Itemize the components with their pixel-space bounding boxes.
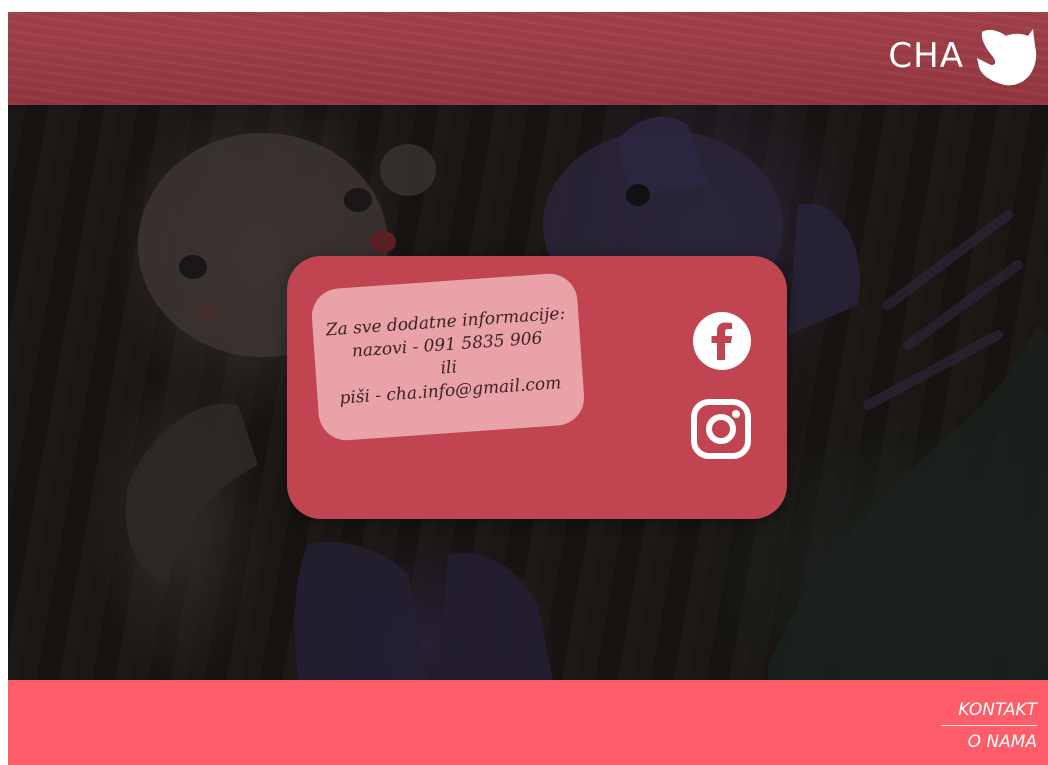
contact-info-box: Za sve dodatne informacije: nazovi - 091… <box>310 271 586 443</box>
facebook-icon <box>693 312 751 370</box>
footer-nav: KONTAKT O NAMA <box>941 699 1037 753</box>
page-frame: CHA Za sve dodatne informacije: nazovi -… <box>8 12 1048 765</box>
hero-background: Za sve dodatne informacije: nazovi - 091… <box>8 105 1048 680</box>
site-header: CHA <box>8 12 1048 105</box>
brand-home-link[interactable]: CHA <box>888 24 1038 88</box>
footer-link-kontakt[interactable]: KONTAKT <box>958 699 1037 721</box>
cat-head-logo-icon <box>977 29 1037 86</box>
instagram-link[interactable] <box>690 398 752 460</box>
contact-or-text: ili <box>439 357 458 379</box>
footer-link-o-nama[interactable]: O NAMA <box>968 731 1037 753</box>
facebook-link[interactable] <box>692 311 752 371</box>
contact-card: Za sve dodatne informacije: nazovi - 091… <box>287 256 787 519</box>
brand-name: CHA <box>888 36 964 76</box>
footer-divider <box>941 725 1037 726</box>
site-footer: KONTAKT O NAMA <box>8 680 1048 765</box>
instagram-icon <box>691 399 751 459</box>
